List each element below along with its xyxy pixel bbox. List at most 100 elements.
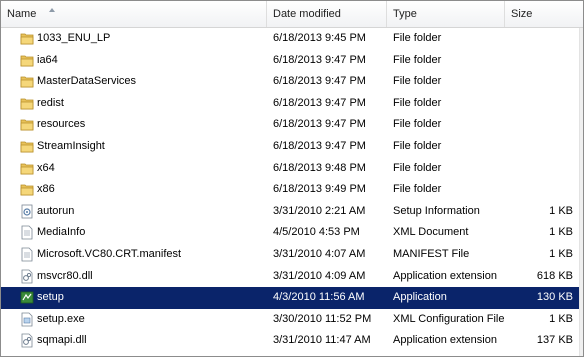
file-date-modified: 4/3/2010 11:56 AM bbox=[273, 291, 365, 304]
document-icon bbox=[20, 225, 34, 240]
file-name: setup bbox=[37, 291, 64, 304]
file-type: File folder bbox=[393, 183, 442, 196]
folder-icon bbox=[20, 53, 34, 68]
setup-app-icon bbox=[20, 290, 34, 305]
file-date-modified: 3/31/2010 2:21 AM bbox=[273, 204, 366, 217]
file-date-modified: 4/5/2010 4:53 PM bbox=[273, 226, 360, 239]
file-date-modified: 6/18/2013 9:47 PM bbox=[273, 53, 366, 66]
file-size: 137 KB bbox=[536, 334, 573, 347]
file-row[interactable]: x86 6/18/2013 9:49 PM File folder bbox=[1, 179, 583, 201]
file-date-modified: 3/31/2010 4:07 AM bbox=[273, 247, 366, 260]
file-size bbox=[509, 93, 573, 115]
file-name: x64 bbox=[37, 161, 55, 174]
column-header-bar: Name Date modified Type Size bbox=[1, 1, 583, 28]
file-date-modified: 3/30/2010 11:52 PM bbox=[273, 312, 372, 325]
folder-icon bbox=[20, 161, 34, 176]
file-row[interactable]: msvcr80.dll 3/31/2010 4:09 AM Application … bbox=[1, 266, 583, 288]
file-row[interactable]: autorun 3/31/2010 2:21 AM Setup Informatio… bbox=[1, 201, 583, 223]
file-name: 1033_ENU_LP bbox=[37, 32, 111, 44]
column-header-type[interactable]: Type bbox=[387, 1, 505, 27]
file-row[interactable]: x64 6/18/2013 9:48 PM File folder bbox=[1, 158, 583, 180]
folder-icon bbox=[20, 117, 34, 132]
file-row[interactable]: resources 6/18/2013 9:47 PM File folder bbox=[1, 114, 583, 136]
file-row[interactable]: redist 6/18/2013 9:47 PM File folder bbox=[1, 93, 583, 115]
file-name: MasterDataServices bbox=[37, 75, 137, 88]
file-type: Application extension bbox=[393, 269, 497, 282]
file-type: MANIFEST File bbox=[393, 247, 470, 260]
file-size: 130 KB bbox=[536, 291, 573, 304]
column-header-date[interactable]: Date modified bbox=[267, 1, 387, 27]
file-size: 1 KB bbox=[549, 204, 573, 217]
file-date-modified: 6/18/2013 9:47 PM bbox=[273, 96, 366, 109]
file-row[interactable]: MediaInfo 4/5/2010 4:53 PM XML Document 1 K… bbox=[1, 222, 583, 244]
file-size: 1 KB bbox=[549, 226, 573, 239]
file-type: File folder bbox=[393, 96, 442, 109]
folder-icon bbox=[20, 139, 34, 154]
file-row[interactable]: ia64 6/18/2013 9:47 PM File folder bbox=[1, 50, 583, 72]
folder-icon bbox=[20, 182, 34, 197]
file-row[interactable]: MasterDataServices 6/18/2013 9:47 PM File … bbox=[1, 71, 583, 93]
vertical-scrollbar[interactable] bbox=[579, 28, 583, 356]
column-header-date-label: Date modified bbox=[273, 8, 341, 20]
file-type: Setup Information bbox=[393, 204, 480, 217]
file-type: File folder bbox=[393, 139, 442, 152]
file-row[interactable]: Microsoft.VC80.CRT.manifest 3/31/2010 4:0… bbox=[1, 244, 583, 266]
file-date-modified: 6/18/2013 9:47 PM bbox=[273, 75, 366, 88]
file-name: resources bbox=[37, 118, 86, 131]
file-size bbox=[509, 71, 573, 93]
file-list: 1033_ENU_LP 6/18/2013 9:45 PM File folder i… bbox=[1, 28, 583, 352]
file-date-modified: 6/18/2013 9:49 PM bbox=[273, 183, 366, 196]
file-name: autorun bbox=[37, 204, 75, 217]
file-name: MediaInfo bbox=[37, 226, 86, 239]
file-row[interactable]: StreamInsight 6/18/2013 9:47 PM File folde… bbox=[1, 136, 583, 158]
file-size bbox=[509, 179, 573, 201]
file-size bbox=[509, 136, 573, 158]
file-date-modified: 6/18/2013 9:47 PM bbox=[273, 118, 366, 131]
file-date-modified: 6/18/2013 9:48 PM bbox=[273, 161, 366, 174]
file-size bbox=[509, 114, 573, 136]
column-header-name[interactable]: Name bbox=[1, 1, 267, 27]
column-header-name-label: Name bbox=[7, 8, 37, 20]
file-size bbox=[509, 158, 573, 180]
file-size: 1 KB bbox=[549, 312, 573, 325]
file-size bbox=[509, 28, 573, 50]
folder-icon bbox=[20, 74, 34, 89]
file-date-modified: 6/18/2013 9:45 PM bbox=[273, 32, 366, 44]
file-type: File folder bbox=[393, 75, 442, 88]
sort-ascending-icon bbox=[49, 8, 55, 12]
file-name: msvcr80.dll bbox=[37, 269, 93, 282]
file-type: XML Configuration File bbox=[393, 312, 505, 325]
file-type: File folder bbox=[393, 118, 442, 131]
folder-icon bbox=[20, 96, 34, 111]
file-type: File folder bbox=[393, 32, 442, 44]
file-name: ia64 bbox=[37, 53, 58, 66]
file-row[interactable]: setup 4/3/2010 11:56 AM Application 130 KB bbox=[1, 287, 583, 309]
file-type: Application bbox=[393, 291, 447, 304]
file-name: Microsoft.VC80.CRT.manifest bbox=[37, 247, 182, 260]
config-file-icon bbox=[20, 312, 34, 327]
file-date-modified: 3/31/2010 11:47 AM bbox=[273, 334, 371, 347]
folder-icon bbox=[20, 31, 34, 46]
dll-icon bbox=[20, 333, 34, 348]
file-row[interactable]: 1033_ENU_LP 6/18/2013 9:45 PM File folder bbox=[1, 28, 583, 50]
document-icon bbox=[20, 247, 34, 262]
file-name: redist bbox=[37, 96, 64, 109]
dll-icon bbox=[20, 269, 34, 284]
file-type: XML Document bbox=[393, 226, 469, 239]
file-type: File folder bbox=[393, 161, 442, 174]
column-header-type-label: Type bbox=[393, 8, 417, 20]
file-size: 1 KB bbox=[549, 247, 573, 260]
file-name: sqmapi.dll bbox=[37, 334, 87, 347]
file-size bbox=[509, 50, 573, 72]
file-name: setup.exe bbox=[37, 312, 85, 325]
file-name: x86 bbox=[37, 183, 55, 196]
column-header-size[interactable]: Size bbox=[505, 1, 583, 27]
setup-info-icon bbox=[20, 204, 34, 219]
file-name: StreamInsight bbox=[37, 139, 105, 152]
column-header-size-label: Size bbox=[511, 8, 533, 20]
file-row[interactable]: setup.exe 3/30/2010 11:52 PM XML Configura… bbox=[1, 309, 583, 331]
file-size: 618 KB bbox=[536, 269, 573, 282]
file-date-modified: 6/18/2013 9:47 PM bbox=[273, 139, 366, 152]
file-type: Application extension bbox=[393, 334, 497, 347]
file-row[interactable]: sqmapi.dll 3/31/2010 11:47 AM Application … bbox=[1, 330, 583, 352]
